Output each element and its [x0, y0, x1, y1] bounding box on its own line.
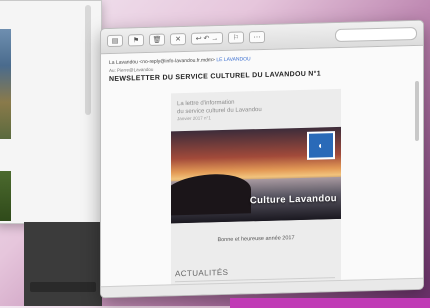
logo-icon: ◐: [307, 131, 335, 160]
scrollbar[interactable]: [85, 5, 91, 115]
flag-icon[interactable]: ⚑: [128, 34, 144, 47]
background-window[interactable]: [0, 0, 102, 224]
search-input[interactable]: [335, 26, 417, 42]
mail-window[interactable]: ▤ ⚑ 🗑 ✕ ↩ ↶ → ⚐ ⋯ La Lavandou <no-reply@…: [100, 19, 424, 299]
section-title: ACTUALITÉS: [175, 267, 229, 279]
rock: [171, 173, 251, 216]
dock-bar: [30, 282, 96, 292]
junk-icon[interactable]: ✕: [170, 32, 186, 46]
archive-icon[interactable]: ▤: [107, 34, 123, 48]
dock-panel: [24, 222, 102, 306]
dock-strip: [230, 298, 430, 308]
thumbnail-image: [0, 171, 11, 221]
hero-image: ◐ Culture Lavandou: [171, 126, 341, 224]
sender-link[interactable]: LE LAVANDOU: [216, 56, 250, 63]
tag-icon[interactable]: ⚐: [228, 31, 244, 44]
trash-icon[interactable]: 🗑: [149, 33, 165, 46]
reply-icon[interactable]: ↩ ↶ →: [191, 32, 223, 45]
newsletter-heading: La lettre d'information du service cultu…: [177, 99, 262, 122]
issue-date: Janvier 2017 n°1: [177, 115, 211, 122]
thumbnail-image: [0, 29, 11, 139]
greeting: Bonne et heureuse année 2017: [217, 235, 295, 244]
scrollbar[interactable]: [415, 80, 419, 141]
hero-caption: Culture Lavandou: [249, 193, 337, 207]
more-icon[interactable]: ⋯: [249, 30, 265, 44]
email-body: La lettre d'information du service cultu…: [171, 88, 341, 299]
